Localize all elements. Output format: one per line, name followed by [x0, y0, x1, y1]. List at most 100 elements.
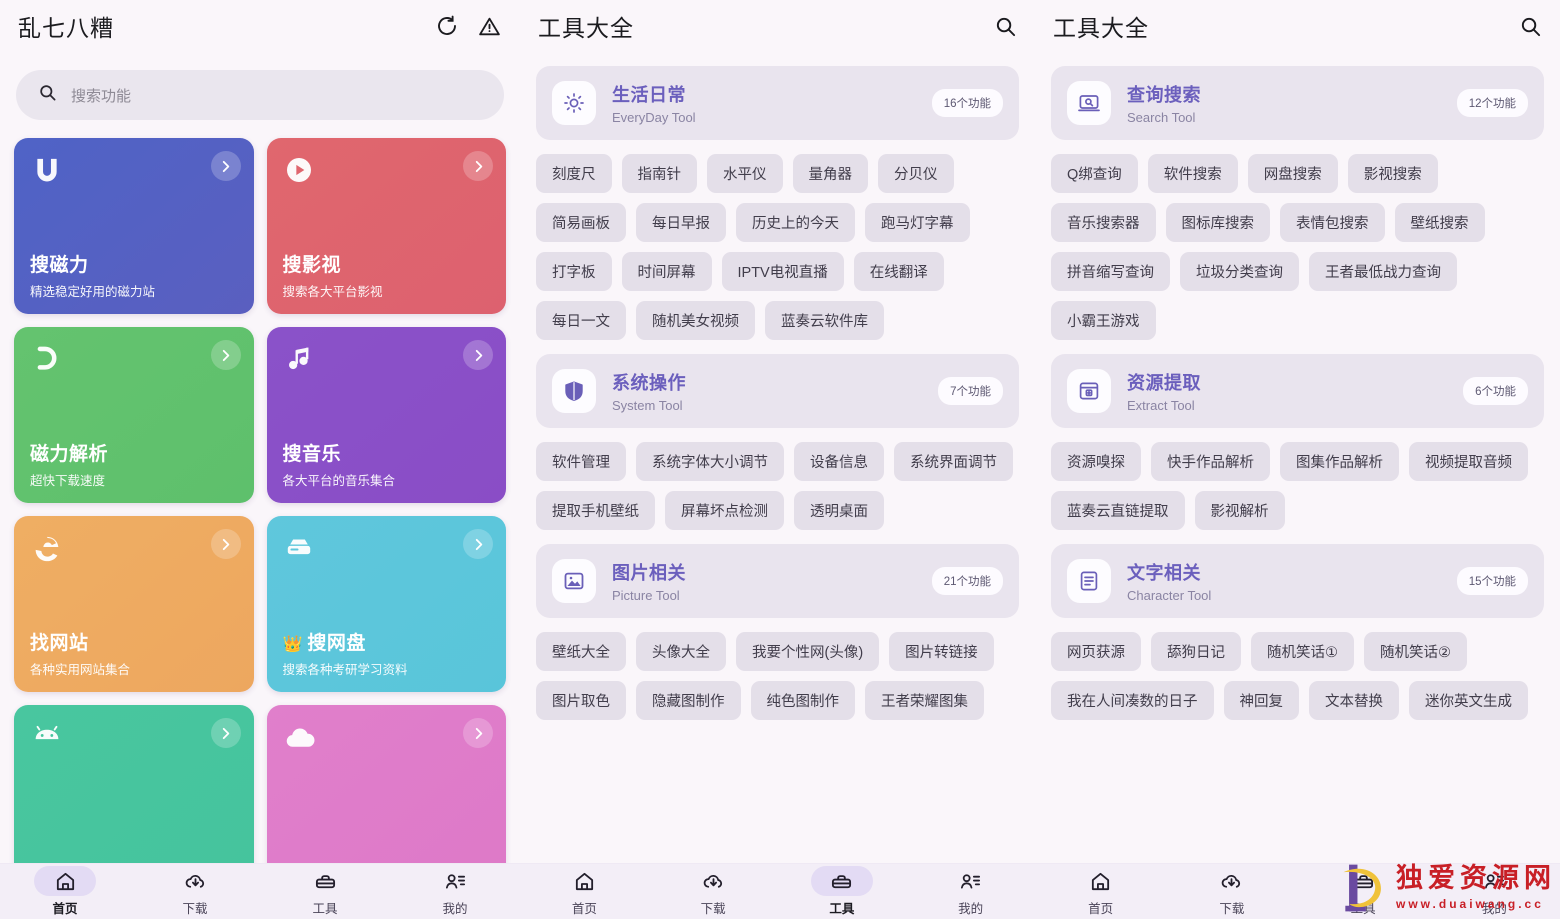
feature-card[interactable]: 搜影视 搜索各大平台影视: [266, 138, 506, 314]
tool-chip[interactable]: 屏幕坏点检测: [665, 491, 784, 530]
feature-card[interactable]: [266, 705, 506, 863]
tool-chip[interactable]: 提取手机壁纸: [536, 491, 655, 530]
nav-item-4[interactable]: 我的: [1429, 866, 1560, 917]
nav-item-4[interactable]: 我的: [906, 866, 1035, 917]
tool-chip[interactable]: 随机笑话②: [1364, 632, 1467, 671]
tool-chip[interactable]: 每日一文: [536, 301, 626, 340]
tool-chip[interactable]: 头像大全: [636, 632, 726, 671]
tool-chip[interactable]: 迷你英文生成: [1409, 681, 1528, 720]
tool-chip[interactable]: 软件管理: [536, 442, 626, 481]
tool-section-header[interactable]: 图片相关 Picture Tool 21个功能: [536, 544, 1019, 618]
tool-chip[interactable]: 打字板: [536, 252, 612, 291]
tool-chip[interactable]: 隐藏图制作: [636, 681, 741, 720]
tool-chip[interactable]: 指南针: [621, 154, 697, 193]
tool-chip[interactable]: Q绑查询: [1051, 154, 1138, 193]
nav-item-3[interactable]: 工具: [778, 866, 907, 917]
feature-card[interactable]: 👑 搜网盘 搜索各种考研学习资料: [266, 516, 506, 692]
tool-chip[interactable]: 简易画板: [536, 203, 626, 242]
tool-chip[interactable]: 蓝奏云软件库: [765, 301, 884, 340]
tool-section-title-cn: 资源提取: [1127, 373, 1201, 393]
tool-section-header[interactable]: 查询搜索 Search Tool 12个功能: [1051, 66, 1544, 140]
tool-chip[interactable]: 透明桌面: [794, 491, 884, 530]
nav-item-1[interactable]: 首页: [1035, 866, 1166, 917]
tool-chip[interactable]: 设备信息: [794, 442, 884, 481]
tool-chip[interactable]: 壁纸搜索: [1394, 203, 1485, 242]
tool-chip[interactable]: 分贝仪: [878, 154, 954, 193]
tool-chip[interactable]: 图集作品解析: [1280, 442, 1399, 481]
feature-card[interactable]: 搜音乐 各大平台的音乐集合: [266, 327, 506, 503]
chevron-right-icon[interactable]: [210, 151, 241, 181]
chevron-right-icon[interactable]: [210, 340, 241, 370]
tool-chip[interactable]: 水平仪: [707, 154, 783, 193]
tool-chip[interactable]: 跑马灯字幕: [865, 203, 970, 242]
tool-chip[interactable]: 王者最低战力查询: [1309, 252, 1457, 291]
tool-chip[interactable]: 网盘搜索: [1247, 154, 1338, 193]
tool-chip[interactable]: 影视搜索: [1347, 154, 1438, 193]
tool-chip[interactable]: 文本替换: [1309, 681, 1399, 720]
nav-item-4[interactable]: 我的: [390, 866, 520, 917]
nav-item-1[interactable]: 首页: [520, 866, 649, 917]
tool-section-header[interactable]: 系统操作 System Tool 7个功能: [536, 354, 1019, 428]
tool-chip[interactable]: 图片转链接: [889, 632, 994, 671]
search-icon[interactable]: [994, 15, 1017, 38]
nav-item-2[interactable]: 下载: [1166, 866, 1297, 917]
feature-card[interactable]: 搜磁力 精选稳定好用的磁力站: [14, 138, 254, 314]
tool-section-header[interactable]: 资源提取 Extract Tool 6个功能: [1051, 354, 1544, 428]
tool-chip[interactable]: 舔狗日记: [1151, 632, 1241, 671]
tool-chip[interactable]: 表情包搜索: [1280, 203, 1385, 242]
tool-chip[interactable]: 拼音缩写查询: [1051, 252, 1170, 291]
tool-chip[interactable]: 历史上的今天: [736, 203, 855, 242]
search-input[interactable]: 搜索功能: [16, 70, 504, 120]
warning-triangle-icon[interactable]: [477, 14, 502, 39]
tool-chip[interactable]: 我要个性网(头像): [736, 632, 880, 671]
nav-item-2[interactable]: 下载: [130, 866, 260, 917]
search-icon: [38, 83, 57, 107]
nav-item-3[interactable]: 工具: [260, 866, 390, 917]
tool-section-header[interactable]: 文字相关 Character Tool 15个功能: [1051, 544, 1544, 618]
tool-chip[interactable]: 时间屏幕: [621, 252, 712, 291]
tool-chip[interactable]: 纯色图制作: [750, 681, 855, 720]
tool-chip[interactable]: 音乐搜索器: [1051, 203, 1156, 242]
tool-chip[interactable]: 视频提取音频: [1409, 442, 1528, 481]
tool-section-titles: 生活日常 EveryDay Tool: [612, 81, 932, 125]
tool-chip[interactable]: IPTV电视直播: [721, 252, 844, 291]
tool-chip[interactable]: 软件搜索: [1147, 154, 1238, 193]
feature-card[interactable]: 磁力解析 超快下载速度: [14, 327, 254, 503]
tool-chip[interactable]: 我在人间凑数的日子: [1051, 681, 1214, 720]
chevron-right-icon[interactable]: [210, 529, 241, 559]
tool-chip[interactable]: 刻度尺: [536, 154, 612, 193]
tool-chip[interactable]: 壁纸大全: [536, 632, 626, 671]
tool-chip[interactable]: 图标库搜索: [1165, 203, 1270, 242]
chevron-right-icon[interactable]: [463, 151, 493, 181]
tool-chip[interactable]: 图片取色: [536, 681, 626, 720]
tool-chip[interactable]: 系统界面调节: [894, 442, 1013, 481]
tool-chip[interactable]: 随机笑话①: [1251, 632, 1354, 671]
tool-chip[interactable]: 系统字体大小调节: [636, 442, 784, 481]
tool-chip[interactable]: 王者荣耀图集: [865, 681, 984, 720]
tool-chip[interactable]: 随机美女视频: [636, 301, 755, 340]
chevron-right-icon[interactable]: [463, 718, 493, 748]
feature-card[interactable]: 找网站 各种实用网站集合: [14, 516, 254, 692]
tool-section-header[interactable]: 生活日常 EveryDay Tool 16个功能: [536, 66, 1019, 140]
tool-chip[interactable]: 垃圾分类查询: [1180, 252, 1299, 291]
nav-item-3[interactable]: 工具: [1298, 866, 1429, 917]
nav-item-1[interactable]: 首页: [0, 866, 130, 917]
tool-chip[interactable]: 在线翻译: [853, 252, 944, 291]
chevron-right-icon[interactable]: [463, 529, 493, 559]
search-icon[interactable]: [1519, 15, 1542, 38]
tool-chip[interactable]: 资源嗅探: [1051, 442, 1141, 481]
tool-chip[interactable]: 每日早报: [636, 203, 726, 242]
tool-chip[interactable]: 神回复: [1223, 681, 1299, 720]
feature-card[interactable]: [14, 705, 254, 863]
nav-item-2[interactable]: 下载: [649, 866, 778, 917]
tool-chip[interactable]: 蓝奏云直链提取: [1051, 491, 1185, 530]
refresh-icon[interactable]: [435, 14, 459, 38]
feature-card-footer: 👑 搜网盘 搜索各种考研学习资料: [283, 628, 491, 678]
tool-chip[interactable]: 快手作品解析: [1151, 442, 1270, 481]
tool-chip[interactable]: 影视解析: [1194, 491, 1285, 530]
tool-chip[interactable]: 网页获源: [1051, 632, 1141, 671]
tool-chip[interactable]: 量角器: [792, 154, 868, 193]
chevron-right-icon[interactable]: [463, 340, 493, 370]
tool-chip[interactable]: 小霸王游戏: [1051, 301, 1156, 340]
chevron-right-icon[interactable]: [210, 718, 241, 748]
